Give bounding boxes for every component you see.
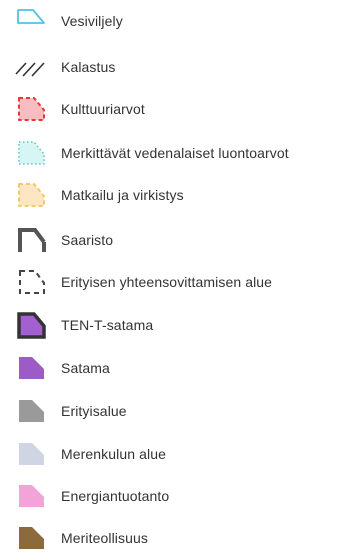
- legend-label: Kulttuuriarvot: [61, 101, 145, 117]
- legend-item-matkailu: Matkailu ja virkistys: [0, 180, 352, 210]
- kalastus-hatch-icon: [14, 52, 48, 82]
- saaristo-icon: [14, 225, 48, 255]
- legend-label: Kalastus: [61, 59, 116, 75]
- yhteensovittaminen-icon: [14, 267, 48, 297]
- legend-label: Erityisalue: [61, 403, 127, 419]
- erityisalue-icon: [14, 396, 48, 426]
- legend-label: TEN-T-satama: [61, 317, 154, 333]
- legend-item-tent-satama: TEN-T-satama: [0, 310, 352, 340]
- legend-item-satama: Satama: [0, 353, 352, 383]
- legend-item-kalastus: Kalastus: [0, 52, 352, 82]
- legend-item-vesiviljely: Vesiviljely: [0, 6, 352, 36]
- legend-label: Saaristo: [61, 232, 114, 248]
- luontoarvot-icon: [14, 138, 48, 168]
- meriteollisuus-icon: [14, 523, 48, 553]
- legend-item-yhteensovittaminen: Erityisen yhteensovittamisen alue: [0, 267, 352, 297]
- legend-item-saaristo: Saaristo: [0, 225, 352, 255]
- legend-label: Meriteollisuus: [61, 530, 148, 546]
- legend-label: Energiantuotanto: [61, 488, 170, 504]
- legend-item-meriteollisuus: Meriteollisuus: [0, 523, 352, 553]
- legend-item-energiantuotanto: Energiantuotanto: [0, 481, 352, 511]
- merenkulku-icon: [14, 439, 48, 469]
- legend-label: Matkailu ja virkistys: [61, 187, 184, 203]
- legend-item-kulttuuriarvot: Kulttuuriarvot: [0, 94, 352, 124]
- map-legend: Vesiviljely Kalastus Kulttuuriarvot Merk…: [0, 0, 352, 556]
- legend-item-merenkulku: Merenkulun alue: [0, 439, 352, 469]
- satama-icon: [14, 353, 48, 383]
- legend-item-luontoarvot: Merkittävät vedenalaiset luontoarvot: [0, 138, 352, 168]
- tent-satama-icon: [14, 310, 48, 340]
- legend-item-erityisalue: Erityisalue: [0, 396, 352, 426]
- legend-label: Vesiviljely: [61, 13, 123, 29]
- matkailu-icon: [14, 180, 48, 210]
- legend-label: Merenkulun alue: [61, 446, 167, 462]
- vesiviljely-icon: [14, 6, 48, 36]
- legend-label: Satama: [61, 360, 110, 376]
- legend-label: Erityisen yhteensovittamisen alue: [61, 274, 273, 290]
- kulttuuriarvot-icon: [14, 94, 48, 124]
- energiantuotanto-icon: [14, 481, 48, 511]
- legend-label: Merkittävät vedenalaiset luontoarvot: [61, 145, 289, 161]
